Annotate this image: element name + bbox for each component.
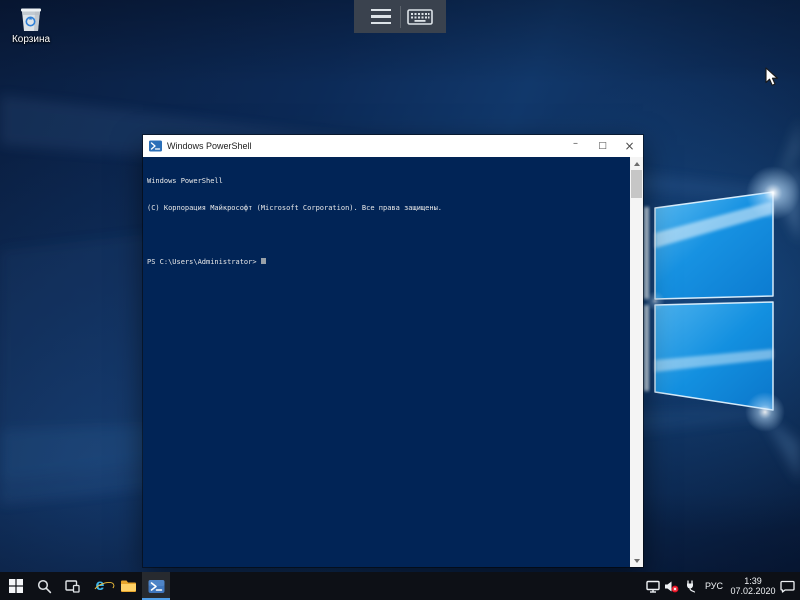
taskbar: e: [0, 572, 800, 600]
console-prompt-line: PS C:\Users\Administrator>: [147, 258, 625, 267]
internet-explorer-icon: e: [96, 578, 105, 594]
hamburger-lines: [371, 9, 391, 25]
recycle-bin-label: Корзина: [12, 34, 50, 45]
scroll-down-icon[interactable]: [630, 554, 643, 567]
powershell-taskbar-icon: [148, 579, 165, 594]
taskbar-buttons: e: [2, 572, 170, 600]
search-icon: [37, 579, 52, 594]
start-button[interactable]: [2, 572, 30, 600]
close-button[interactable]: ×: [616, 135, 643, 157]
keyboard-glyph: [407, 8, 433, 26]
menu-icon[interactable]: [362, 0, 400, 33]
powershell-icon: [149, 140, 162, 152]
file-explorer-icon: [120, 579, 137, 593]
console-output: Windows PowerShell (C) Корпорация Майкро…: [143, 157, 643, 285]
keyboard-icon[interactable]: [401, 0, 439, 33]
task-view-button[interactable]: [58, 572, 86, 600]
search-button[interactable]: [30, 572, 58, 600]
scrollbar-thumb[interactable]: [631, 170, 642, 198]
volume-muted-icon[interactable]: [663, 572, 680, 600]
internet-explorer-button[interactable]: e: [86, 572, 114, 600]
mouse-cursor: [765, 67, 781, 87]
file-explorer-button[interactable]: [114, 572, 142, 600]
clock-date: 07.02.2020: [730, 586, 775, 596]
minimize-button[interactable]: –: [562, 135, 589, 157]
window-controls: – □ ×: [562, 135, 643, 157]
console-scrollbar[interactable]: [630, 157, 643, 567]
maximize-button[interactable]: □: [589, 135, 616, 157]
console-area[interactable]: Windows PowerShell (C) Корпорация Майкро…: [143, 157, 643, 567]
recycle-bin[interactable]: Корзина: [2, 6, 60, 45]
powershell-taskbar-button[interactable]: [142, 572, 170, 600]
system-tray: РУС 1:39 07.02.2020: [644, 572, 800, 600]
scrollbar-track[interactable]: [630, 198, 643, 554]
console-prompt: PS C:\Users\Administrator>: [147, 258, 257, 266]
network-icon[interactable]: [644, 572, 661, 600]
minimize-icon: –: [573, 139, 578, 149]
task-view-icon: [65, 580, 80, 593]
maximize-icon: □: [598, 141, 607, 151]
action-center-icon[interactable]: [779, 572, 796, 600]
clock[interactable]: 1:39 07.02.2020: [729, 576, 777, 596]
windows-logo-icon: [9, 579, 23, 593]
power-plug-icon[interactable]: [682, 572, 699, 600]
powershell-window: Windows PowerShell – □ × Windows PowerSh…: [143, 135, 643, 567]
scroll-up-icon[interactable]: [630, 157, 643, 170]
language-indicator[interactable]: РУС: [701, 581, 727, 591]
desktop: Корзина: [0, 0, 800, 600]
recycle-bin-icon: [20, 6, 42, 32]
console-line: Windows PowerShell: [147, 177, 625, 186]
window-titlebar[interactable]: Windows PowerShell – □ ×: [143, 135, 643, 157]
console-line: [147, 231, 625, 240]
console-cursor: [261, 258, 266, 264]
close-icon: ×: [624, 139, 634, 153]
vm-console-toolbar: [354, 0, 446, 33]
clock-time: 1:39: [744, 576, 762, 586]
console-line: (C) Корпорация Майкрософт (Microsoft Cor…: [147, 204, 625, 213]
window-title: Windows PowerShell: [167, 141, 562, 151]
